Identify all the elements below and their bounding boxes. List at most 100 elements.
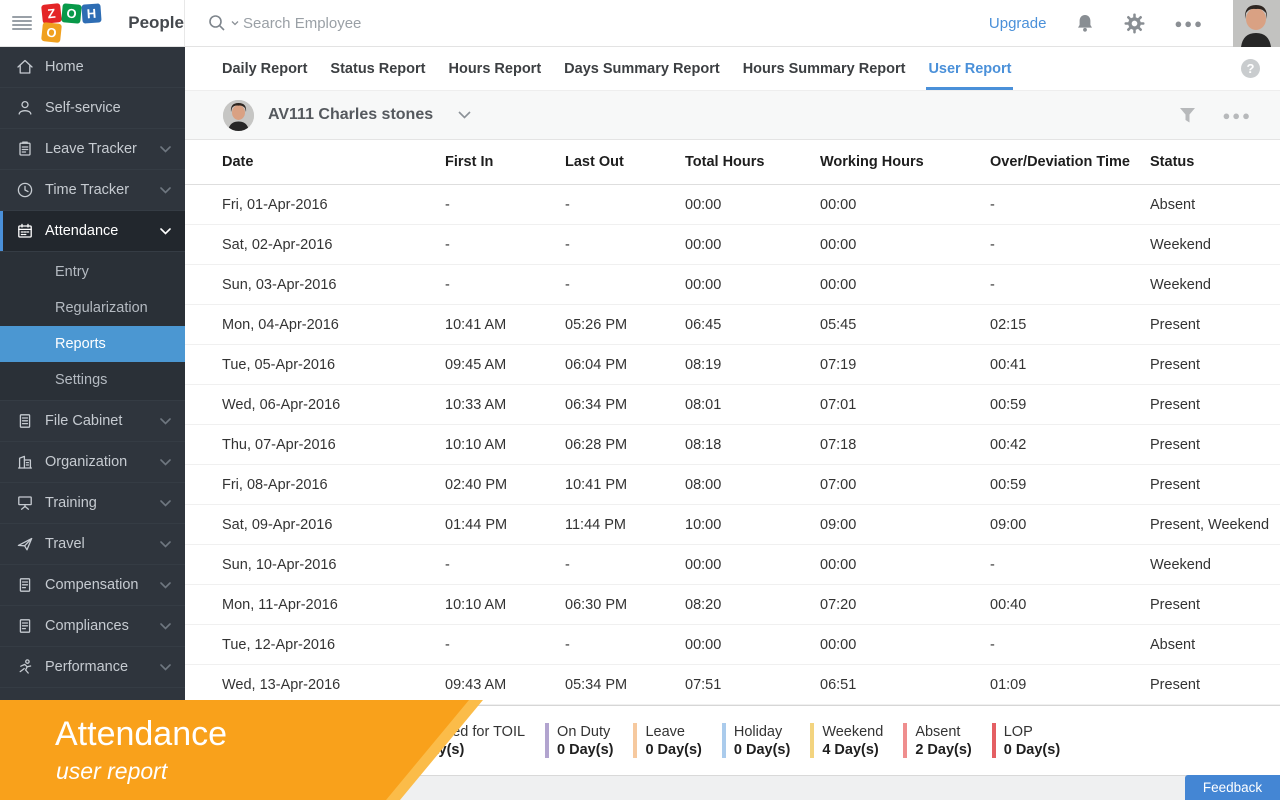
table-row[interactable]: Sun, 03-Apr-2016--00:0000:00-Weekend (185, 265, 1280, 305)
table-cell: 07:18 (820, 437, 990, 453)
sidebar-item-organization[interactable]: Organization (0, 442, 185, 483)
zoho-people-logo[interactable]: ZOHO People (42, 4, 184, 42)
column-header-total-hours: Total Hours (685, 154, 820, 170)
table-row[interactable]: Sat, 02-Apr-2016--00:0000:00-Weekend (185, 225, 1280, 265)
sidebar-item-label: Leave Tracker (45, 141, 137, 157)
sidebar-subitem-reports[interactable]: Reports (0, 326, 185, 362)
more-apps-icon[interactable]: ●●● (1174, 16, 1204, 31)
performance-icon (16, 658, 34, 676)
table-cell: - (990, 237, 1150, 253)
table-cell: Weekend (1150, 557, 1280, 573)
sidebar-item-time-tracker[interactable]: Time Tracker (0, 170, 185, 211)
settings-gear-icon[interactable] (1124, 13, 1145, 34)
more-options-icon[interactable]: ●●● (1222, 108, 1252, 123)
legend-label: LOP (1004, 724, 1033, 740)
employee-avatar[interactable] (223, 100, 254, 131)
tab-hours-report[interactable]: Hours Report (449, 47, 542, 90)
table-cell: Tue, 05-Apr-2016 (222, 357, 445, 373)
table-cell: Wed, 13-Apr-2016 (222, 677, 445, 693)
table-row[interactable]: Tue, 12-Apr-2016--00:0000:00-Absent (185, 625, 1280, 665)
employee-name[interactable]: AV111 Charles stones (268, 106, 433, 124)
employee-dropdown-chevron-icon[interactable] (458, 111, 471, 119)
topbar-brand-area: ZOHO People (0, 0, 185, 46)
sidebar-item-label: Compliances (45, 618, 129, 634)
topbar-actions: Upgrade (989, 0, 1280, 47)
table-row[interactable]: Mon, 11-Apr-201610:10 AM06:30 PM08:2007:… (185, 585, 1280, 625)
search-icon[interactable] (207, 13, 227, 33)
table-row[interactable]: Sun, 10-Apr-2016--00:0000:00-Weekend (185, 545, 1280, 585)
employee-selector-bar: AV111 Charles stones ●●● (185, 90, 1280, 140)
sidebar-item-performance[interactable]: Performance (0, 647, 185, 688)
sidebar-item-attendance[interactable]: Attendance (0, 211, 185, 252)
table-cell: Fri, 01-Apr-2016 (222, 197, 445, 213)
table-row[interactable]: Sat, 09-Apr-201601:44 PM11:44 PM10:0009:… (185, 505, 1280, 545)
table-row[interactable]: Wed, 13-Apr-201609:43 AM05:34 PM07:5106:… (185, 665, 1280, 705)
chevron-down-icon (160, 187, 171, 194)
search-scope-chevron-icon[interactable] (231, 20, 239, 26)
table-cell: 08:19 (685, 357, 820, 373)
chevron-down-icon (160, 228, 171, 235)
table-row[interactable]: Fri, 08-Apr-201602:40 PM10:41 PM08:0007:… (185, 465, 1280, 505)
table-cell: 09:00 (820, 517, 990, 533)
table-cell: Present (1150, 597, 1280, 613)
table-row[interactable]: Tue, 05-Apr-201609:45 AM06:04 PM08:1907:… (185, 345, 1280, 385)
sidebar-item-travel[interactable]: Travel (0, 524, 185, 565)
tab-hours-summary-report[interactable]: Hours Summary Report (743, 47, 906, 90)
table-cell: Tue, 12-Apr-2016 (222, 637, 445, 653)
tab-status-report[interactable]: Status Report (330, 47, 425, 90)
sidebar-item-training[interactable]: Training (0, 483, 185, 524)
table-cell: 10:10 AM (445, 437, 565, 453)
status-legend-section: Marked for TOILDay(s)On Duty0 Day(s)Leav… (185, 705, 1280, 775)
bottom-strip (185, 775, 1280, 800)
help-icon[interactable]: ? (1241, 59, 1260, 78)
sidebar-subitem-entry[interactable]: Entry (0, 254, 185, 290)
sidebar-item-file-cabinet[interactable]: File Cabinet (0, 401, 185, 442)
tab-days-summary-report[interactable]: Days Summary Report (564, 47, 720, 90)
main-content: Daily Report Status Report Hours Report Day… (185, 47, 1280, 800)
sidebar-item-compliances[interactable]: Compliances (0, 606, 185, 647)
hamburger-menu-icon[interactable] (12, 16, 32, 30)
table-cell: 00:00 (820, 277, 990, 293)
chevron-down-icon (160, 582, 171, 589)
sidebar-item-compensation[interactable]: Compensation (0, 565, 185, 606)
search-input[interactable] (243, 15, 503, 32)
tab-user-report[interactable]: User Report (928, 47, 1011, 90)
table-row[interactable]: Wed, 06-Apr-201610:33 AM06:34 PM08:0107:… (185, 385, 1280, 425)
filter-icon[interactable] (1179, 108, 1196, 123)
sidebar-subitem-settings[interactable]: Settings (0, 362, 185, 398)
table-cell: 10:10 AM (445, 597, 565, 613)
table-cell: 10:41 PM (565, 477, 685, 493)
calendar-icon (16, 222, 34, 240)
table-cell: 02:15 (990, 317, 1150, 333)
zoho-logo-letter: O (61, 3, 82, 24)
sidebar-subitem-regularization[interactable]: Regularization (0, 290, 185, 326)
training-icon (16, 494, 34, 512)
table-cell: 00:00 (820, 557, 990, 573)
building-icon (16, 453, 34, 471)
table-cell: 01:44 PM (445, 517, 565, 533)
legend-label: Holiday (734, 724, 782, 740)
table-row[interactable]: Thu, 07-Apr-201610:10 AM06:28 PM08:1807:… (185, 425, 1280, 465)
notifications-bell-icon[interactable] (1075, 13, 1095, 34)
sidebar-item-leave-tracker[interactable]: Leave Tracker (0, 129, 185, 170)
upgrade-link[interactable]: Upgrade (989, 15, 1047, 32)
table-cell: 07:51 (685, 677, 820, 693)
table-row[interactable]: Fri, 01-Apr-2016--00:0000:00-Absent (185, 185, 1280, 225)
column-header-working-hours: Working Hours (820, 154, 990, 170)
table-cell: 07:01 (820, 397, 990, 413)
table-cell: Mon, 04-Apr-2016 (222, 317, 445, 333)
feedback-button[interactable]: Feedback (1185, 775, 1280, 800)
table-cell: - (445, 237, 565, 253)
table-row[interactable]: Mon, 04-Apr-201610:41 AM05:26 PM06:4505:… (185, 305, 1280, 345)
table-cell: Thu, 07-Apr-2016 (222, 437, 445, 453)
table-cell: Sat, 02-Apr-2016 (222, 237, 445, 253)
user-avatar[interactable] (1233, 0, 1280, 47)
legend-item-holiday: Holiday0 Day(s) (722, 723, 790, 759)
legend-label: Leave (645, 724, 685, 740)
column-header-date: Date (222, 154, 445, 170)
cabinet-icon (16, 412, 34, 430)
tab-daily-report[interactable]: Daily Report (222, 47, 307, 90)
legend-color-bar (810, 723, 814, 758)
sidebar-item-home[interactable]: Home (0, 47, 185, 88)
sidebar-item-self-service[interactable]: Self-service (0, 88, 185, 129)
